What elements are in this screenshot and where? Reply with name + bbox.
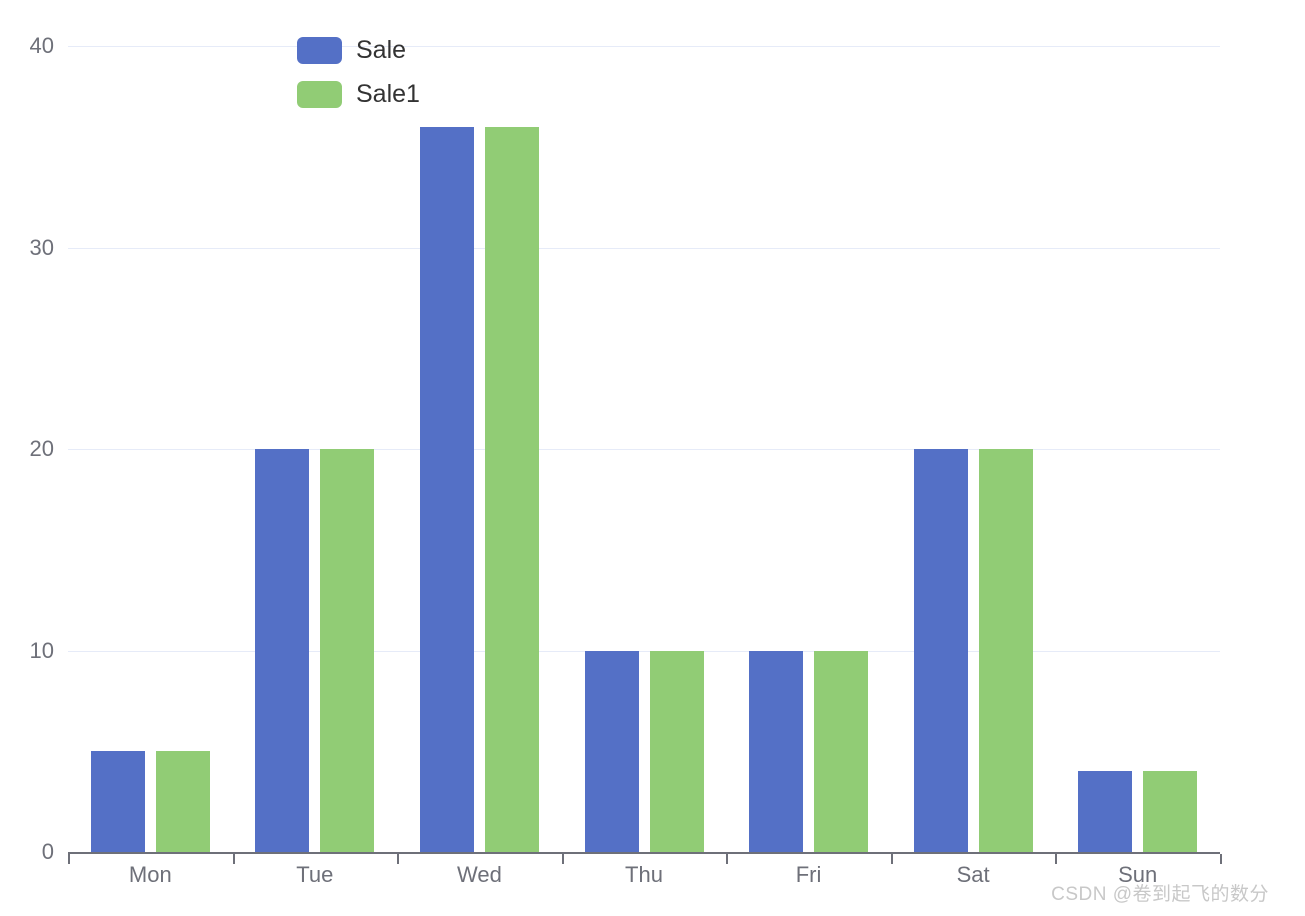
bar[interactable] [255,449,310,852]
bar[interactable] [649,650,704,852]
x-axis-tick [726,854,729,864]
x-axis-tick [397,854,400,864]
gridline [68,650,1220,652]
bar[interactable] [978,449,1033,852]
bar[interactable] [913,449,968,852]
bar[interactable] [584,650,639,852]
y-axis-tick-label: 10 [29,637,54,663]
bar[interactable] [1078,771,1133,852]
x-axis-line [68,852,1220,854]
gridline [68,46,1220,47]
x-axis-tick [68,854,70,864]
bar[interactable] [155,751,210,852]
x-axis-tick-label: Mon [128,862,172,887]
legend-label: Sale [356,35,407,64]
y-axis-tick-label: 0 [41,839,54,864]
x-axis-tick [232,854,235,864]
legend-swatch-icon [297,80,342,108]
x-axis-tick [1055,854,1058,864]
x-axis-tick-label: Fri [795,862,822,887]
bar[interactable] [484,126,539,852]
bar[interactable] [90,751,145,852]
gridline [68,449,1220,450]
legend-item-sale[interactable]: Sale [297,36,420,64]
bar-chart: 0 10 20 30 40 Mon Tue Wed Thu Fri Sat Sun Sale Sale… [0,0,1305,916]
gridline [68,247,1220,249]
legend-swatch-icon [297,36,342,64]
chart-legend[interactable]: Sale Sale1 [297,36,420,124]
x-axis-tick [890,854,893,864]
bar[interactable] [749,650,804,852]
plot-area [68,46,1220,852]
bar[interactable] [419,126,474,852]
y-axis-tick-label: 30 [29,234,54,260]
bar[interactable] [814,650,869,852]
y-axis-tick-label: 40 [29,33,54,58]
x-axis-tick [1220,854,1222,864]
legend-label: Sale1 [356,79,420,108]
bar[interactable] [1143,771,1198,852]
x-axis-tick [561,854,564,864]
y-axis-labels: 0 10 20 30 40 [0,33,54,864]
legend-item-sale1[interactable]: Sale1 [297,80,420,108]
x-axis-tick-label: Thu [625,862,663,887]
bar[interactable] [320,449,375,852]
csdn-watermark: CSDN @卷到起飞的数分 [1051,884,1269,905]
y-axis-tick-label: 20 [29,436,54,461]
x-axis-tick-label: Tue [296,862,334,887]
x-axis-tick-label: Sat [956,862,990,887]
x-axis-tick-label: Wed [457,862,502,887]
